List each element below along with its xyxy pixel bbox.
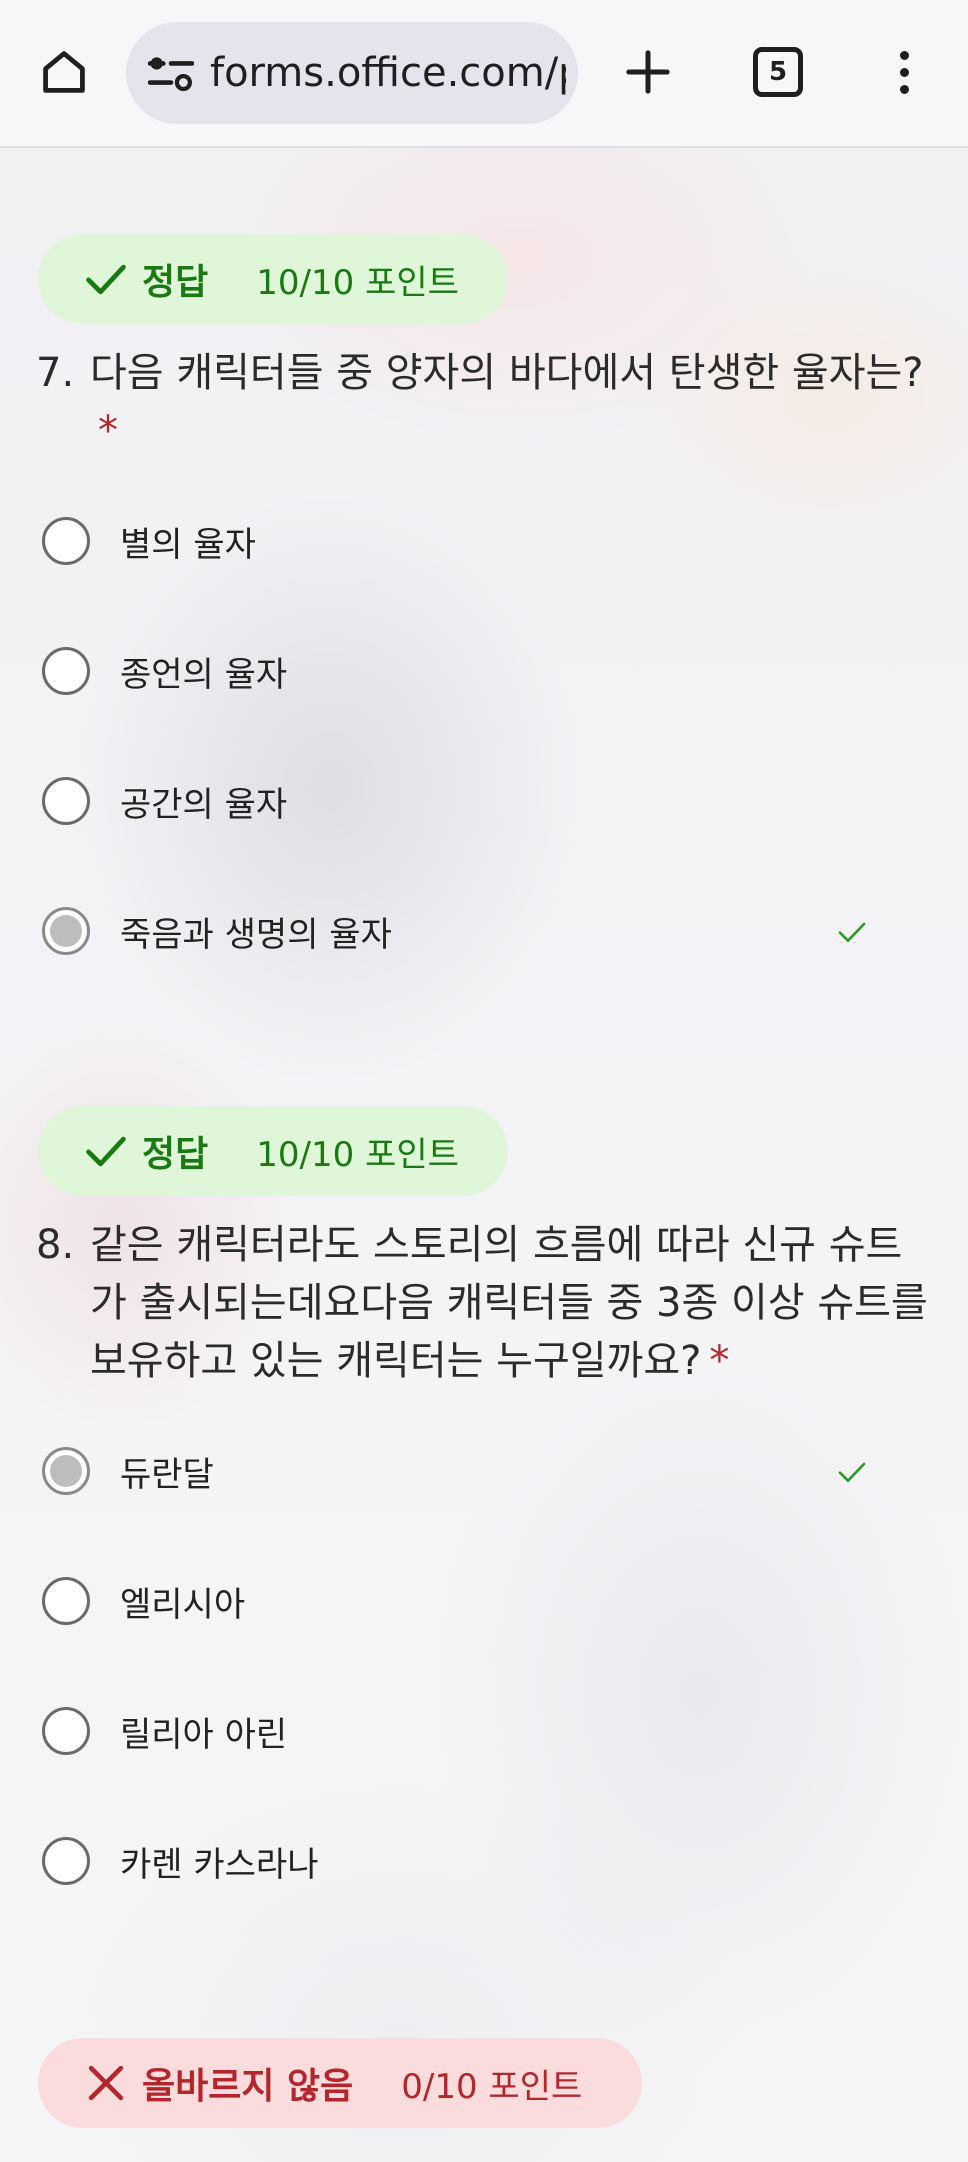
option-radio[interactable]: 엘리시아 [42, 1566, 928, 1636]
option-label: 카렌 카스라나 [120, 1844, 319, 1885]
tab-switcher-button[interactable]: 5 [742, 36, 814, 108]
badge-points: 10/10 포인트 [256, 262, 459, 303]
radio-button[interactable] [42, 777, 90, 825]
close-icon [84, 2061, 128, 2105]
address-bar[interactable]: forms.office.com/p [126, 22, 578, 124]
check-icon [84, 257, 128, 301]
question-number: 8. [36, 1222, 75, 1268]
badge-points: 0/10 포인트 [401, 2066, 583, 2107]
correct-check-icon [838, 922, 866, 942]
radio-button[interactable] [42, 1577, 90, 1625]
badge-points: 10/10 포인트 [256, 1134, 459, 1175]
option-label: 엘리시아 [120, 1584, 246, 1625]
question-number: 7. [36, 350, 75, 396]
radio-button-selected[interactable] [42, 1447, 90, 1495]
option-radio-selected[interactable]: 듀란달 [42, 1436, 928, 1506]
new-tab-button[interactable] [612, 36, 684, 108]
url-text[interactable]: forms.office.com/p [210, 22, 566, 124]
badge-label: 정답 [142, 262, 209, 303]
option-radio[interactable]: 카렌 카스라나 [42, 1826, 928, 1896]
tab-switcher-icon: 5 [753, 47, 803, 97]
correct-check-icon [838, 1462, 866, 1482]
badge-label: 정답 [142, 1134, 209, 1175]
option-radio[interactable]: 공간의 율자 [42, 766, 928, 836]
radio-button[interactable] [42, 1707, 90, 1755]
option-radio-selected[interactable]: 죽음과 생명의 율자 [42, 896, 928, 966]
question-text: 다음 캐릭터들 중 양자의 바다에서 탄생한 율자는? [90, 350, 924, 396]
required-marker: * [98, 408, 118, 454]
radio-button[interactable] [42, 517, 90, 565]
home-icon [43, 51, 85, 93]
option-radio[interactable]: 릴리아 아린 [42, 1696, 928, 1766]
option-label: 공간의 율자 [120, 784, 288, 825]
radio-button-selected[interactable] [42, 907, 90, 955]
question-text: 같은 캐릭터라도 스토리의 흐름에 따라 신규 슈트가 출시되는데요다음 캐릭터… [90, 1222, 928, 1384]
option-radio[interactable]: 별의 율자 [42, 506, 928, 576]
option-label: 릴리아 아린 [120, 1714, 288, 1755]
question-7: 7. 다음 캐릭터들 중 양자의 바다에서 탄생한 율자는? * [36, 344, 936, 460]
required-marker: * [709, 1338, 730, 1384]
plus-icon [626, 50, 670, 94]
radio-button[interactable] [42, 1837, 90, 1885]
home-button[interactable] [28, 36, 100, 108]
check-icon [84, 1129, 128, 1173]
option-label: 듀란달 [120, 1454, 214, 1495]
option-label: 별의 율자 [120, 524, 256, 565]
option-radio[interactable]: 종언의 율자 [42, 636, 928, 706]
option-label: 종언의 율자 [120, 654, 288, 695]
option-label: 죽음과 생명의 율자 [120, 914, 392, 955]
question-8: 8. 같은 캐릭터라도 스토리의 흐름에 따라 신규 슈트가 출시되는데요다음 … [36, 1216, 936, 1390]
result-badge-correct: 정답 10/10 포인트 [38, 1106, 508, 1196]
result-badge-wrong: 올바르지 않음 0/10 포인트 [38, 2038, 642, 2128]
radio-button[interactable] [42, 647, 90, 695]
browser-toolbar: forms.office.com/p 5 [0, 0, 968, 148]
result-badge-correct: 정답 10/10 포인트 [38, 234, 508, 324]
tune-icon[interactable] [148, 52, 194, 94]
badge-label: 올바르지 않음 [142, 2066, 354, 2107]
more-vert-icon[interactable] [868, 36, 940, 108]
